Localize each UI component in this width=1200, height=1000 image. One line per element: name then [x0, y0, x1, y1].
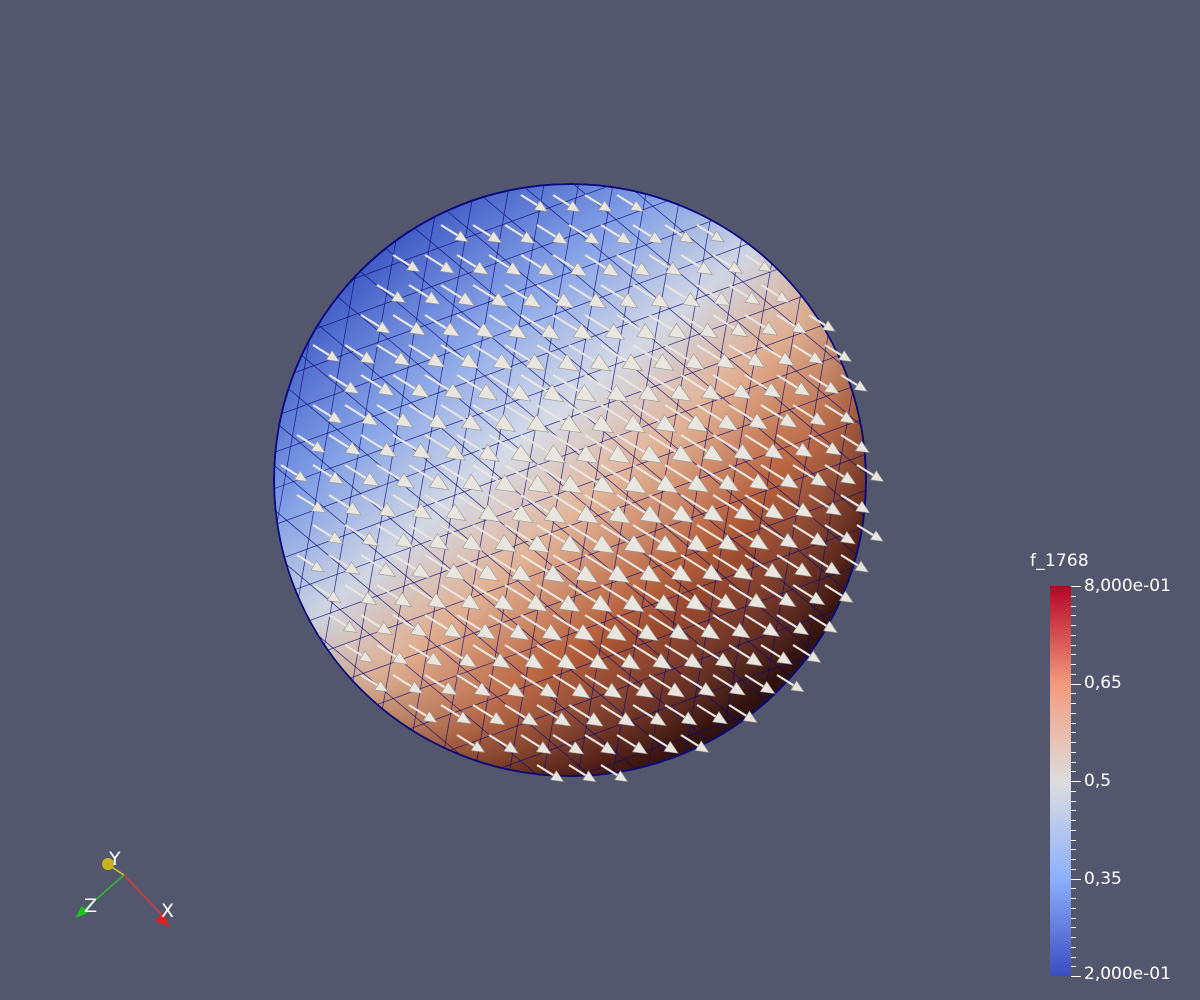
- scalar-bar-tick-label: 0,35: [1084, 869, 1122, 889]
- scalar-bar-tick: [1071, 839, 1076, 841]
- scalar-bar-tick-label: 0,65: [1084, 673, 1122, 693]
- scalar-bar-tick: [1071, 586, 1081, 587]
- vector-arrow-head: [854, 560, 870, 573]
- vector-arrow-head: [821, 320, 836, 332]
- scalar-bar-tick: [1071, 810, 1076, 812]
- scalar-bar-tick: [1071, 644, 1076, 646]
- scalar-bar-tick: [1071, 742, 1076, 743]
- scalar-bar-tick: [1071, 946, 1076, 948]
- scalar-bar-tick: [1071, 732, 1076, 734]
- scalar-bar-tick: [1071, 703, 1076, 704]
- scalar-bar-tick: [1071, 800, 1076, 802]
- scalar-bar-max-label: 8,000e-01: [1084, 576, 1171, 596]
- scalar-bar-tick: [1071, 829, 1076, 831]
- vector-arrow-head: [853, 380, 868, 392]
- scalar-bar-tick: [1071, 751, 1076, 753]
- scalar-bar-tick: [1071, 712, 1076, 714]
- scalar-bar-tick: [1071, 673, 1076, 675]
- scalar-bar-tick: [1071, 917, 1076, 919]
- scalar-bar-tick: [1071, 605, 1076, 607]
- z-axis-label: Z: [84, 895, 98, 917]
- scalar-bar-tick: [1071, 868, 1076, 870]
- scalar-bar-tick: [1071, 820, 1076, 821]
- scalar-bar-tick: [1071, 790, 1076, 792]
- scalar-bar-tick: [1071, 927, 1076, 929]
- scalar-bar-tick: [1071, 761, 1076, 763]
- scalar-bar-tick: [1071, 849, 1076, 851]
- scalar-bar-tick: [1071, 693, 1076, 695]
- scalar-bar-tick: [1071, 956, 1076, 958]
- vector-arrow-head: [870, 470, 885, 482]
- x-axis-label: X: [161, 900, 175, 922]
- scalar-bar-tick: [1071, 888, 1076, 890]
- scalar-bar-tick: [1071, 722, 1076, 724]
- vector-arrow-head: [838, 350, 853, 362]
- scalar-bar-tick: [1071, 976, 1081, 977]
- scalar-bar-tick: [1071, 937, 1076, 938]
- scalar-bar-tick: [1071, 898, 1076, 899]
- scalar-bar-tick: [1071, 781, 1081, 782]
- scalar-bar-tick: [1071, 595, 1076, 597]
- scalar-bar-tick: [1071, 615, 1076, 617]
- scalar-bar-tick: [1071, 907, 1076, 909]
- x-axis-line: [123, 874, 163, 916]
- scalar-bar-tick: [1071, 634, 1076, 636]
- scalar-bar-title: f_1768: [1030, 551, 1089, 571]
- scalar-bar-tick: [1071, 683, 1081, 685]
- scalar-bar-tick: [1071, 859, 1076, 860]
- vector-arrow-head: [869, 530, 884, 542]
- scalar-bar[interactable]: [1050, 586, 1071, 976]
- scalar-bar-min-label: 2,000e-01: [1084, 964, 1171, 984]
- scalar-bar-tick: [1071, 771, 1076, 773]
- scalar-bar-tick: [1071, 654, 1076, 656]
- render-viewport[interactable]: [0, 0, 1200, 1000]
- scalar-bar-tick: [1071, 664, 1076, 665]
- vector-arrow-head: [790, 680, 805, 693]
- scalar-bar-tick: [1071, 625, 1076, 626]
- y-axis-label: Y: [109, 848, 121, 870]
- scalar-bar-tick: [1071, 966, 1076, 968]
- scalar-bar-tick: [1071, 878, 1081, 880]
- scalar-bar-tick-label: 0,5: [1084, 771, 1112, 791]
